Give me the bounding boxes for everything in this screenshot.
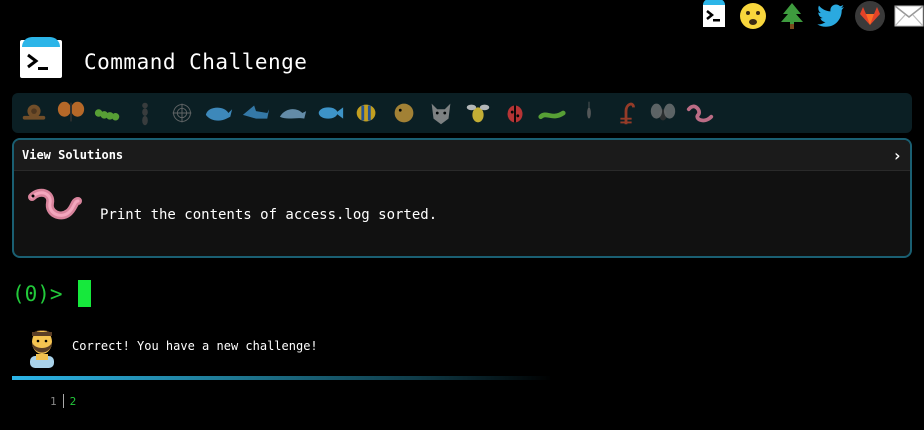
shell-prompt: (0)> <box>12 282 63 306</box>
mail-icon[interactable] <box>894 1 924 31</box>
terminal-icon[interactable] <box>699 0 729 31</box>
dolphin-icon[interactable] <box>277 97 308 129</box>
gitlab-icon[interactable] <box>855 1 885 31</box>
snail-icon[interactable] <box>18 97 49 129</box>
scorpion-icon[interactable] <box>610 97 641 129</box>
view-solutions-label: View Solutions <box>22 148 124 162</box>
step-separator <box>62 394 64 408</box>
challenge-navigation <box>12 93 912 133</box>
butterfly-icon[interactable] <box>55 97 86 129</box>
app-logo[interactable] <box>20 37 62 78</box>
worm-green-icon[interactable] <box>536 97 567 129</box>
wolf-icon[interactable] <box>425 97 456 129</box>
ant-icon[interactable] <box>129 97 160 129</box>
terminal-input[interactable] <box>78 280 91 307</box>
view-solutions-toggle[interactable]: View Solutions › <box>14 140 910 171</box>
tree-icon[interactable] <box>777 1 807 31</box>
fish-icon[interactable] <box>314 97 345 129</box>
challenge-panel: View Solutions › Print the contents of a… <box>12 138 912 258</box>
step-current[interactable]: 2 <box>70 395 77 408</box>
spider-web-icon[interactable] <box>166 97 197 129</box>
bee-icon[interactable] <box>462 97 493 129</box>
worm-pink-icon[interactable] <box>684 97 715 129</box>
tropical-fish-icon[interactable] <box>351 97 382 129</box>
status-message: Correct! You have a new challenge! <box>72 339 318 353</box>
caterpillar-icon[interactable] <box>92 97 123 129</box>
challenge-progress: 1 2 <box>50 394 76 408</box>
shark-icon[interactable] <box>240 97 271 129</box>
step-previous[interactable]: 1 <box>50 395 57 408</box>
worm-icon <box>26 187 82 231</box>
chevron-right-icon: › <box>892 145 902 165</box>
divider <box>12 376 552 380</box>
ladybug-icon[interactable] <box>499 97 530 129</box>
mosquito-icon[interactable] <box>573 97 604 129</box>
twitter-icon[interactable] <box>816 1 846 31</box>
social-links <box>690 0 924 32</box>
challenge-description: Print the contents of access.log sorted. <box>100 207 438 223</box>
page-title: Command Challenge <box>84 50 308 74</box>
bearded-man-avatar <box>24 326 60 368</box>
fly-icon[interactable] <box>647 97 678 129</box>
whale-icon[interactable] <box>203 97 234 129</box>
blowfish-icon[interactable] <box>388 97 419 129</box>
shush-emoji-icon[interactable] <box>738 1 768 31</box>
